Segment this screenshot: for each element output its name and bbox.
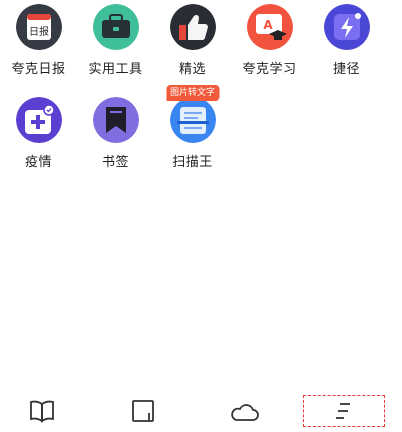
app-epidemic[interactable]: 疫情: [0, 93, 77, 173]
app-label: 夸克学习: [242, 62, 297, 77]
app-label: 精选: [178, 62, 206, 77]
bookmark-icon: [92, 97, 139, 143]
menu-icon: [336, 403, 350, 419]
tab-reader[interactable]: [22, 396, 62, 426]
document-scanner-icon: [169, 97, 216, 143]
app-label: 捷径: [332, 62, 360, 77]
tab-cloud[interactable]: [224, 396, 264, 426]
scanner-badge: 图片转文字: [165, 85, 220, 101]
graduation-cap-icon: A: [246, 4, 293, 50]
app-label: 扫描王: [172, 155, 213, 170]
bottom-toolbar: [0, 388, 402, 432]
app-scanner[interactable]: 图片转文字 扫描王: [154, 85, 231, 173]
window-tab-icon: [132, 400, 154, 422]
app-kuake-daily[interactable]: 日报 夸克日报: [0, 0, 77, 80]
app-featured[interactable]: 精选: [154, 0, 231, 80]
app-label: 夸克日报: [11, 62, 66, 77]
app-label: 实用工具: [88, 62, 143, 77]
tab-windows[interactable]: [123, 396, 163, 426]
study-icon-text: A: [263, 18, 273, 32]
daily-icon-text: 日报: [29, 25, 49, 38]
app-bookmark[interactable]: 书签: [77, 93, 154, 173]
app-study[interactable]: A 夸克学习: [231, 0, 308, 80]
medical-kit-icon: [15, 97, 62, 143]
app-label: 书签: [101, 155, 129, 170]
thumbs-up-icon: [169, 4, 216, 50]
app-shortcut[interactable]: 捷径: [308, 0, 385, 80]
lightning-icon: [323, 4, 370, 50]
briefcase-icon: [92, 4, 139, 50]
app-label: 疫情: [24, 155, 52, 170]
book-icon: [30, 400, 54, 423]
cloud-icon: [231, 404, 259, 421]
app-tools[interactable]: 实用工具: [77, 0, 154, 80]
newspaper-icon: 日报: [15, 4, 62, 50]
tab-menu[interactable]: [303, 395, 385, 427]
